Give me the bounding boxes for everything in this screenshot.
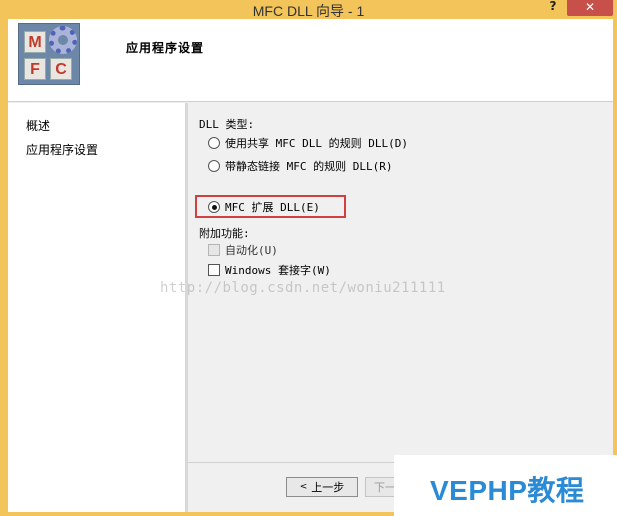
dialog-window: MFC DLL 向导 - 1 ? ✕ M F C 应用程序设置 概述 应用程序设… xyxy=(0,0,617,516)
dll-type-label: DLL 类型: xyxy=(199,118,255,131)
chevron-left-icon: < xyxy=(299,482,308,492)
radio-label: 带静态链接 MFC 的规则 DLL(R) xyxy=(225,160,393,173)
prev-button-label: 上一步 xyxy=(311,481,345,494)
logo-letter-m: M xyxy=(24,31,46,53)
window-title: MFC DLL 向导 - 1 xyxy=(252,3,365,19)
nav-pane: 概述 应用程序设置 xyxy=(8,103,185,512)
dialog-client: M F C 应用程序设置 概述 应用程序设置 DLL 类型: 使用共享 MFC … xyxy=(8,19,613,512)
radio-button[interactable] xyxy=(208,137,220,149)
brand-logo-text: VEPHP教程 xyxy=(430,475,585,506)
radio-static-mfc-regular-dll[interactable]: 带静态链接 MFC 的规则 DLL(R) xyxy=(208,158,392,174)
radio-button[interactable] xyxy=(208,160,220,172)
settings-panel: DLL 类型: 使用共享 MFC DLL 的规则 DLL(D) 带静态链接 MF… xyxy=(188,103,613,512)
logo-letter-f: F xyxy=(24,58,46,80)
checkbox-windows-sockets[interactable]: Windows 套接字(W) xyxy=(208,262,331,278)
checkbox-label: Windows 套接字(W) xyxy=(225,264,331,277)
checkbox[interactable] xyxy=(208,244,220,256)
close-button[interactable]: ✕ xyxy=(567,0,613,16)
page-title: 应用程序设置 xyxy=(126,41,205,55)
nav-item-overview[interactable]: 概述 xyxy=(26,117,50,134)
wizard-header: M F C 应用程序设置 xyxy=(8,19,613,101)
mfc-logo-icon: M F C xyxy=(18,23,80,85)
checkbox-label: 自动化(U) xyxy=(225,244,278,257)
watermark-text: http://blog.csdn.net/woniu211111 xyxy=(160,280,446,296)
next-button-label: 下一 xyxy=(374,481,396,494)
prev-button[interactable]: < 上一步 xyxy=(286,477,358,497)
title-bar[interactable]: MFC DLL 向导 - 1 ? ✕ xyxy=(0,0,617,19)
radio-shared-mfc-regular-dll[interactable]: 使用共享 MFC DLL 的规则 DLL(D) xyxy=(208,135,408,151)
radio-label: 使用共享 MFC DLL 的规则 DLL(D) xyxy=(225,137,408,150)
highlight-annotation xyxy=(195,195,346,218)
extra-features-label: 附加功能: xyxy=(199,227,250,240)
logo-letter-c: C xyxy=(50,58,72,80)
close-icon: ✕ xyxy=(584,0,596,14)
nav-item-app-settings[interactable]: 应用程序设置 xyxy=(26,141,98,158)
checkbox-automation[interactable]: 自动化(U) xyxy=(208,242,278,258)
checkbox[interactable] xyxy=(208,264,220,276)
help-button[interactable]: ? xyxy=(546,0,560,17)
gear-hole xyxy=(58,35,68,45)
brand-overlay: VEPHP教程 xyxy=(394,455,617,516)
header-divider xyxy=(8,101,613,102)
